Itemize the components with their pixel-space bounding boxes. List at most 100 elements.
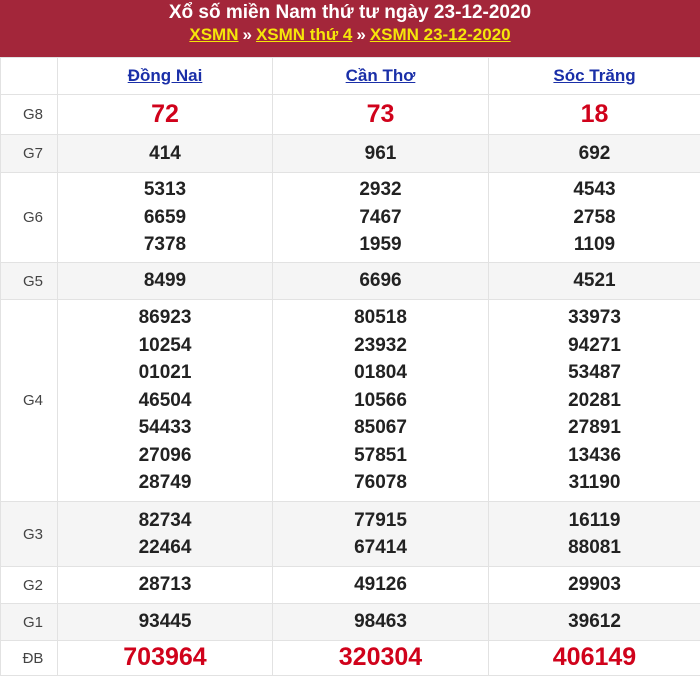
prize-number: 18 [580, 99, 609, 128]
prize-number: 77915 [354, 509, 407, 531]
prize-cell: 28713 [57, 566, 273, 604]
prize-cell: 86923 10254 01021 46504 54433 27096 28749 [57, 299, 273, 502]
prize-number: 72 [151, 99, 179, 128]
prize-number: 49126 [354, 574, 407, 596]
breadcrumb: XSMN» XSMN thứ 4» XSMN 23-12-2020 [0, 24, 700, 46]
header-corner [0, 57, 58, 95]
prize-number: 406149 [552, 643, 637, 672]
prize-number: 98463 [354, 611, 407, 633]
prize-number: 1959 [359, 234, 402, 256]
prize-cell: 320304 [272, 640, 489, 676]
prize-number: 53487 [568, 362, 621, 384]
prize-cell: 80518 23932 01804 10566 85067 57851 76078 [272, 299, 489, 502]
province-header: Cần Thơ [272, 57, 489, 95]
prize-row-g1: G1 93445 98463 39612 [0, 603, 700, 641]
prize-number: 67414 [354, 537, 407, 558]
prize-cell: 961 [272, 134, 489, 173]
prize-cell: 692 [488, 134, 700, 173]
prize-number: 28713 [138, 574, 192, 596]
prize-number: 27891 [568, 417, 621, 439]
prize-number: 46504 [138, 389, 192, 411]
prize-number: 703964 [123, 643, 207, 672]
page-title: Xổ số miền Nam thứ tư ngày 23-12-2020 [168, 2, 532, 23]
prize-row-g7: G7 414 961 692 [0, 134, 700, 173]
prize-number: 31190 [568, 472, 621, 494]
prize-number: 6659 [143, 206, 187, 228]
breadcrumb-xsmn[interactable]: XSMN [189, 25, 238, 44]
prize-number: 54433 [138, 417, 192, 439]
province-link-can-tho[interactable]: Cần Thơ [346, 66, 416, 85]
prize-number: 33973 [568, 307, 621, 329]
prize-number: 76078 [354, 472, 407, 494]
prize-number: 414 [149, 142, 181, 164]
prize-number: 80518 [354, 307, 407, 329]
breadcrumb-xsmn-thu-4[interactable]: XSMN thứ 4 [256, 25, 352, 44]
prize-cell: 5313 6659 7378 [57, 172, 273, 263]
prize-number: 57851 [354, 444, 407, 466]
prize-cell: 73 [272, 94, 489, 135]
prize-number: 01021 [138, 362, 192, 384]
prize-row-g8: G8 72 73 18 [0, 94, 700, 135]
prize-label: G5 [0, 262, 58, 300]
province-link-dong-nai[interactable]: Đồng Nai [128, 66, 203, 85]
prize-number: 1109 [573, 234, 616, 256]
prize-cell: 2932 7467 1959 [272, 172, 489, 263]
prize-cell: 72 [57, 94, 273, 135]
breadcrumb-xsmn-date[interactable]: XSMN 23-12-2020 [370, 25, 511, 44]
province-header: Đồng Nai [57, 57, 273, 95]
prize-label: G1 [0, 603, 58, 641]
prize-cell: 98463 [272, 603, 489, 641]
prize-cell: 406149 [488, 640, 700, 676]
prize-row-g3: G3 82734 22464 77915 67414 16119 88081 [0, 501, 700, 567]
prize-number: 320304 [338, 643, 423, 672]
prize-row-đb: ĐB 703964 320304 406149 [0, 640, 700, 676]
prize-number: 4521 [573, 270, 616, 292]
province-link-soc-trang[interactable]: Sóc Trăng [553, 66, 635, 85]
prize-number: 8499 [143, 270, 187, 292]
results-table: Đồng Nai Cần Thơ Sóc Trăng G8 72 73 18 G7 414… [0, 57, 700, 676]
breadcrumb-separator: » [242, 25, 252, 44]
prize-number: 29903 [568, 574, 621, 596]
prize-row-g6: G6 5313 6659 7378 2932 7467 1959 4543 2758 1109 [0, 172, 700, 263]
prize-label: G8 [0, 94, 58, 135]
prize-cell: 39612 [488, 603, 700, 641]
prize-number: 5313 [143, 179, 187, 201]
prize-label: G6 [0, 172, 58, 263]
prize-number: 85067 [354, 417, 407, 439]
prize-label: G3 [0, 501, 58, 567]
prize-cell: 414 [57, 134, 273, 173]
prize-number: 94271 [568, 334, 621, 356]
prize-number: 73 [366, 99, 395, 128]
prize-number: 13436 [568, 444, 621, 466]
province-header: Sóc Trăng [488, 57, 700, 95]
prize-label: G4 [0, 299, 58, 502]
prize-number: 88081 [568, 537, 621, 558]
prize-number: 7378 [143, 234, 187, 256]
prize-cell: 4521 [488, 262, 700, 300]
prize-label: G7 [0, 134, 58, 173]
prize-number: 961 [364, 142, 397, 164]
prize-cell: 703964 [57, 640, 273, 676]
prize-cell: 82734 22464 [57, 501, 273, 567]
prize-number: 39612 [568, 611, 621, 633]
prize-cell: 8499 [57, 262, 273, 300]
prize-number: 16119 [568, 509, 621, 531]
prize-number: 2932 [359, 179, 402, 201]
prize-number: 28749 [138, 472, 192, 494]
prize-cell: 4543 2758 1109 [488, 172, 700, 263]
prize-number: 27096 [138, 444, 192, 466]
breadcrumb-separator: » [356, 25, 366, 44]
prize-number: 7467 [359, 206, 402, 228]
prize-cell: 16119 88081 [488, 501, 700, 567]
prize-number: 6696 [359, 270, 402, 292]
prize-cell: 18 [488, 94, 700, 135]
prize-number: 86923 [138, 307, 192, 329]
prize-number: 10566 [354, 389, 407, 411]
prize-row-g2: G2 28713 49126 29903 [0, 566, 700, 604]
prize-number: 20281 [568, 389, 621, 411]
prize-cell: 77915 67414 [272, 501, 489, 567]
prize-number: 93445 [138, 611, 192, 633]
province-header-row: Đồng Nai Cần Thơ Sóc Trăng [0, 57, 700, 95]
prize-number: 23932 [354, 334, 407, 356]
prize-cell: 93445 [57, 603, 273, 641]
